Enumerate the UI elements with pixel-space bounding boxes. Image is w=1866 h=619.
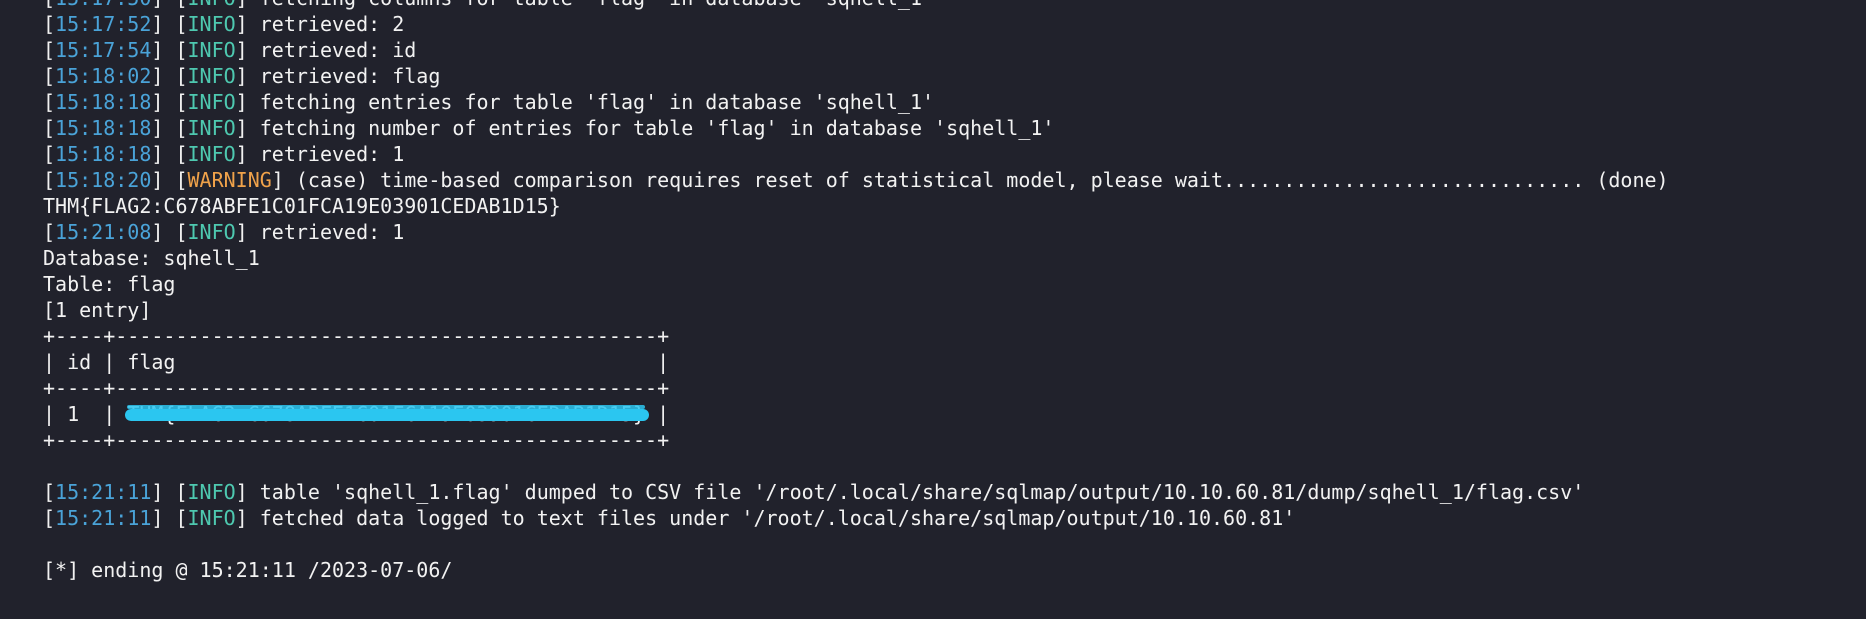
- log-level-warning: WARNING: [187, 168, 272, 192]
- log-message: fetching columns for table 'flag' in dat…: [248, 0, 934, 10]
- log-line: [15:17:54] [INFO] retrieved: id: [43, 38, 417, 62]
- log-timestamp: 15:17:50: [55, 0, 151, 10]
- log-line: [15:18:02] [INFO] retrieved: flag: [43, 64, 441, 88]
- log-line: [15:18:18] [INFO] retrieved: 1: [43, 142, 405, 166]
- log-message: table 'sqhell_1.flag' dumped to CSV file…: [247, 480, 1585, 504]
- log-level: INFO: [187, 90, 236, 114]
- table-header-flag: flag: [127, 350, 176, 374]
- table-header-id: id: [67, 350, 92, 374]
- table-border-mid: +----+----------------------------------…: [43, 376, 670, 400]
- database-line: Database: sqhell_1: [43, 246, 260, 270]
- log-message: (case) time-based comparison requires re…: [283, 168, 1669, 192]
- log-level: INFO: [187, 220, 236, 244]
- table-line: Table: flag: [43, 272, 176, 296]
- entry-count: [1 entry]: [43, 298, 152, 322]
- log-line: [15:17:52] [INFO] retrieved: 2: [43, 12, 405, 36]
- table-border-top: +----+----------------------------------…: [43, 324, 670, 348]
- redaction-scribble-top: [127, 405, 646, 409]
- log-line: [15:17:50] [INFO] fetching columns for t…: [43, 0, 1853, 11]
- log-timestamp: 15:17:54: [55, 38, 152, 62]
- table-border-bottom: +----+----------------------------------…: [43, 428, 670, 452]
- log-message: fetched data logged to text files under …: [247, 506, 1296, 530]
- log-line: [15:21:11] [INFO] table 'sqhell_1.flag' …: [43, 480, 1585, 504]
- log-level: INFO: [187, 38, 236, 62]
- log-level: INFO: [187, 506, 236, 530]
- table-row: | 1 | THM{FLAG2:C678ABFE1C01FCA19E03901C…: [43, 401, 670, 427]
- log-message: retrieved: 1: [247, 142, 405, 166]
- log-line: [15:18:18] [INFO] fetching entries for t…: [43, 90, 935, 114]
- log-level: INFO: [187, 12, 236, 36]
- log-line: [15:21:11] [INFO] fetched data logged to…: [43, 506, 1296, 530]
- log-line: [15:18:18] [INFO] fetching number of ent…: [43, 116, 1055, 140]
- log-message: retrieved: 2: [247, 12, 405, 36]
- flag-output: THM{FLAG2:C678ABFE1C01FCA19E03901CEDAB1D…: [43, 194, 561, 218]
- log-message: fetching number of entries for table 'fl…: [247, 116, 1055, 140]
- log-timestamp: 15:18:18: [55, 116, 152, 140]
- log-message: retrieved: id: [247, 38, 417, 62]
- log-timestamp: 15:18:20: [55, 168, 152, 192]
- log-timestamp: 15:17:52: [55, 12, 152, 36]
- log-level: INFO: [187, 116, 236, 140]
- log-timestamp: 15:18:18: [55, 142, 152, 166]
- log-timestamp: 15:18:18: [55, 90, 152, 114]
- table-header-row: | id | flag |: [43, 350, 670, 374]
- log-level: INFO: [187, 480, 236, 504]
- redaction-scribble: [125, 409, 650, 421]
- table-cell-id: 1: [67, 402, 80, 426]
- log-level: INFO: [187, 142, 236, 166]
- log-message: fetching entries for table 'flag' in dat…: [247, 90, 935, 114]
- log-timestamp: 15:18:02: [55, 64, 152, 88]
- log-timestamp: 15:21:11: [55, 480, 152, 504]
- log-level: INFO: [188, 0, 236, 10]
- log-timestamp: 15:21:08: [55, 220, 152, 244]
- log-line: [15:21:08] [INFO] retrieved: 1: [43, 220, 405, 244]
- log-message: retrieved: flag: [247, 64, 441, 88]
- log-line-warning: [15:18:20] [WARNING] (case) time-based c…: [43, 168, 1669, 192]
- redacted-flag-cell: THM{FLAG2:C678ABFE1C01FCA19E03901CEDAB1D…: [125, 401, 650, 427]
- log-message: retrieved: 1: [247, 220, 405, 244]
- log-level: INFO: [187, 64, 236, 88]
- terminal-output: [15:17:50] [INFO] fetching columns for t…: [43, 0, 1853, 583]
- log-timestamp: 15:21:11: [55, 506, 152, 530]
- ending-line: [*] ending @ 15:21:11 /2023-07-06/: [43, 558, 453, 582]
